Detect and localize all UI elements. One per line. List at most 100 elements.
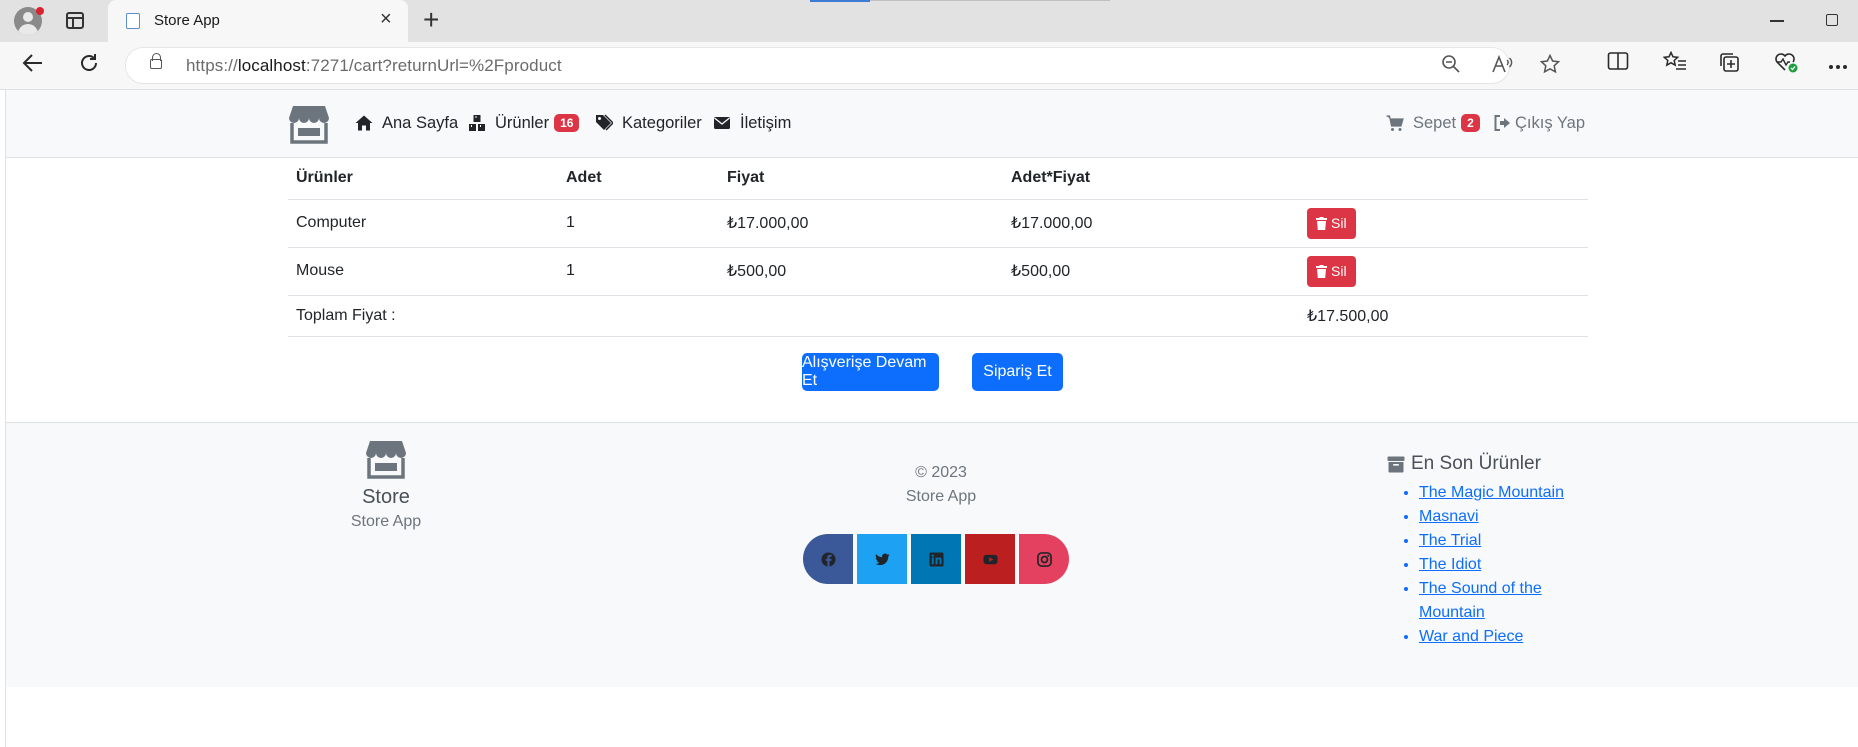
- back-icon[interactable]: [22, 52, 44, 80]
- nav-products-label: Ürünler: [495, 113, 550, 132]
- cart-count-badge: 2: [1461, 114, 1480, 132]
- instagram-button[interactable]: [1019, 534, 1069, 584]
- header-products: Ürünler: [288, 158, 558, 200]
- twitter-button[interactable]: [857, 534, 907, 584]
- new-tab-button[interactable]: +: [423, 5, 439, 35]
- restore-icon[interactable]: [1826, 14, 1838, 26]
- notification-dot: [36, 7, 44, 15]
- list-item: The Trial: [1419, 529, 1594, 553]
- nav-cart[interactable]: Sepet 2: [1386, 112, 1480, 134]
- latest-products-title-text: En Son Ürünler: [1411, 453, 1541, 474]
- cell-quantity: 1: [558, 199, 719, 248]
- cell-action: Sil: [1299, 199, 1588, 248]
- total-value: ₺17.500,00: [1299, 295, 1588, 337]
- list-item: Masnavi: [1419, 505, 1594, 529]
- favorites-icon[interactable]: [1662, 50, 1687, 78]
- tab-strip-line: [870, 0, 1110, 1]
- site-footer: Store Store App © 2023 Store App En Son …: [6, 422, 1858, 687]
- cell-price: ₺17.000,00: [719, 199, 1003, 248]
- linkedin-icon: [928, 551, 944, 567]
- list-item: The Magic Mountain: [1419, 481, 1594, 505]
- list-item: War and Piece: [1419, 625, 1594, 649]
- lock-icon[interactable]: [150, 53, 162, 69]
- more-options-icon[interactable]: [1828, 51, 1848, 77]
- address-toolbar: https://localhost:7271/cart?returnUrl=%2…: [0, 42, 1858, 90]
- list-item: The Idiot: [1419, 553, 1594, 577]
- facebook-icon: [820, 551, 836, 567]
- continue-shopping-button[interactable]: Alışverişe Devam Et: [802, 353, 939, 391]
- store-logo-icon[interactable]: [288, 104, 330, 144]
- zoom-out-icon[interactable]: [1441, 54, 1461, 80]
- header-actions: [1299, 158, 1588, 200]
- tab-strip-indicator: [810, 0, 870, 2]
- browser-tab[interactable]: Store App ×: [108, 0, 408, 42]
- tab-title: Store App: [154, 12, 220, 29]
- page-favicon-icon: [126, 13, 140, 29]
- product-link[interactable]: The Sound of the Mountain: [1419, 580, 1542, 621]
- nav-categories-label: Kategoriler: [622, 113, 702, 132]
- nav-home-label: Ana Sayfa: [382, 113, 459, 132]
- copyright-text: © 2023: [915, 464, 967, 481]
- favorite-star-icon[interactable]: [1539, 53, 1561, 80]
- nav-products[interactable]: Ürünler 16: [468, 112, 580, 134]
- linkedin-button[interactable]: [911, 534, 961, 584]
- header-quantity: Adet: [558, 158, 719, 200]
- envelope-icon: [714, 117, 730, 129]
- latest-products-list: The Magic Mountain Masnavi The Trial The…: [1419, 481, 1594, 649]
- site-navbar: Ana Sayfa Ürünler 16 Kategoriler İletişi…: [6, 90, 1858, 158]
- cell-subtotal: ₺500,00: [1003, 247, 1299, 296]
- total-label: Toplam Fiyat :: [288, 295, 558, 337]
- place-order-button[interactable]: Sipariş Et: [972, 353, 1063, 391]
- tab-actions-icon[interactable]: [66, 12, 84, 29]
- product-link[interactable]: The Magic Mountain: [1419, 484, 1564, 501]
- sign-out-icon: [1494, 115, 1510, 131]
- delete-button-label: Sil: [1331, 215, 1347, 231]
- collections-icon[interactable]: [1718, 51, 1740, 80]
- delete-button[interactable]: Sil: [1307, 255, 1356, 287]
- trash-icon: [1316, 216, 1327, 230]
- nav-categories[interactable]: Kategoriler: [595, 112, 702, 134]
- tags-icon: [596, 114, 613, 131]
- cell-subtotal: ₺17.000,00: [1003, 199, 1299, 248]
- read-aloud-icon[interactable]: [1491, 54, 1513, 80]
- nav-contact-label: İletişim: [740, 113, 792, 132]
- store-logo-icon: [366, 441, 406, 479]
- latest-products-title: En Son Ürünler: [1387, 453, 1541, 475]
- cart-icon: [1386, 115, 1404, 131]
- product-link[interactable]: The Trial: [1419, 532, 1481, 549]
- youtube-button[interactable]: [965, 534, 1015, 584]
- url-bar[interactable]: https://localhost:7271/cart?returnUrl=%2…: [125, 47, 1561, 84]
- total-row: Toplam Fiyat : ₺17.500,00: [288, 295, 1588, 337]
- delete-button-label: Sil: [1331, 263, 1347, 279]
- box-icon: [1387, 456, 1405, 472]
- table-row: Mouse 1 ₺500,00 ₺500,00 Sil: [288, 247, 1588, 296]
- header-price: Fiyat: [719, 158, 1003, 200]
- trash-icon: [1316, 264, 1327, 278]
- nav-logout[interactable]: Çıkış Yap: [1493, 112, 1585, 134]
- social-links: [803, 534, 1069, 584]
- facebook-button[interactable]: [803, 534, 853, 584]
- split-screen-icon[interactable]: [1607, 51, 1629, 78]
- cell-product: Computer: [288, 199, 558, 248]
- list-item: The Sound of the Mountain: [1419, 577, 1594, 625]
- nav-home[interactable]: Ana Sayfa: [355, 112, 458, 134]
- minimize-icon[interactable]: [1770, 20, 1784, 22]
- nav-logout-label: Çıkış Yap: [1515, 113, 1586, 132]
- product-link[interactable]: Masnavi: [1419, 508, 1479, 525]
- products-count-badge: 16: [554, 114, 580, 132]
- product-link[interactable]: The Idiot: [1419, 556, 1481, 573]
- table-row: Computer 1 ₺17.000,00 ₺17.000,00 Sil: [288, 199, 1588, 248]
- footer-brand-subtitle: Store App: [350, 513, 422, 530]
- cell-product: Mouse: [288, 247, 558, 296]
- refresh-icon[interactable]: [78, 52, 100, 80]
- product-link[interactable]: War and Piece: [1419, 628, 1523, 645]
- delete-button[interactable]: Sil: [1307, 207, 1356, 239]
- url-text[interactable]: https://localhost:7271/cart?returnUrl=%2…: [186, 56, 562, 76]
- nav-cart-label: Sepet: [1413, 113, 1457, 132]
- tab-close-icon[interactable]: ×: [380, 9, 392, 29]
- nav-contact[interactable]: İletişim: [713, 112, 791, 134]
- home-icon: [355, 115, 373, 131]
- browser-essentials-icon[interactable]: [1774, 51, 1798, 80]
- footer-brand-title: Store: [362, 486, 410, 508]
- footer-copyright: © 2023 Store App: [841, 461, 1041, 509]
